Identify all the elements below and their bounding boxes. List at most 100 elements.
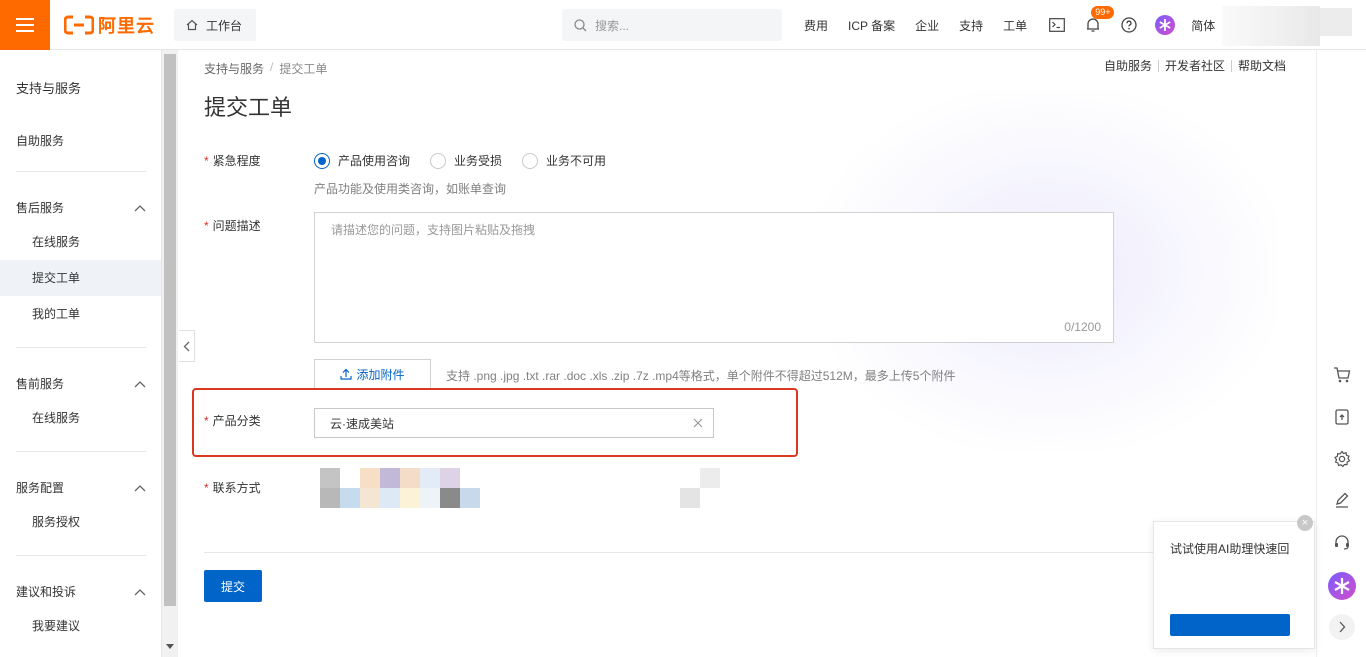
sidebar-group-service-config[interactable]: 服务配置 xyxy=(16,479,146,496)
hamburger-menu-icon[interactable] xyxy=(0,0,50,50)
link-developer-community[interactable]: 开发者社区 xyxy=(1157,60,1231,72)
sidebar-item-suggestion[interactable]: 我要建议 xyxy=(0,608,161,644)
char-counter: 0/1200 xyxy=(1064,320,1101,334)
nav-link-fees[interactable]: 费用 xyxy=(804,17,828,34)
urgency-hint: 产品功能及使用类咨询，如账单查询 xyxy=(314,182,507,196)
nav-link-enterprise[interactable]: 企业 xyxy=(915,17,939,34)
sidebar-title: 支持与服务 xyxy=(16,81,82,96)
description-label-text: 问题描述 xyxy=(212,219,261,233)
top-bar: 阿里云 工作台 搜索... 费用 ICP 备案 企业 支持 工单 99+ 简体 xyxy=(0,0,1366,50)
sidebar-item-submit-ticket[interactable]: 提交工单 xyxy=(0,260,161,296)
scroll-down-arrow-icon[interactable] xyxy=(166,644,174,650)
nav-link-icp[interactable]: ICP 备案 xyxy=(848,17,895,34)
bell-icon[interactable]: 99+ xyxy=(1083,6,1115,35)
radio-unchecked-icon xyxy=(430,152,447,169)
help-icon[interactable] xyxy=(1119,15,1139,35)
radio-label: 产品使用咨询 xyxy=(338,154,411,168)
page-title: 提交工单 xyxy=(204,95,293,120)
radio-business-impaired[interactable]: 业务受损 xyxy=(430,152,502,169)
terminal-icon[interactable] xyxy=(1047,15,1067,35)
required-mark: * xyxy=(204,154,209,168)
chevron-left-icon xyxy=(183,341,190,351)
link-help-docs[interactable]: 帮助文档 xyxy=(1230,60,1292,72)
description-placeholder: 请描述您的问题，支持图片粘贴及拖拽 xyxy=(331,223,536,237)
sidebar-scrollbar[interactable] xyxy=(162,50,178,657)
sidebar-divider xyxy=(16,171,146,172)
workbench-button[interactable]: 工作台 xyxy=(174,9,256,41)
main-content: 支持与服务 / 提交工单 自助服务 开发者社区 帮助文档 提交工单 * 紧急程度 … xyxy=(178,50,1316,657)
product-category-label-text: 产品分类 xyxy=(212,414,261,428)
chevron-up-icon xyxy=(134,380,146,387)
breadcrumb-current: 提交工单 xyxy=(279,62,328,76)
required-mark: * xyxy=(204,219,209,233)
workbench-label: 工作台 xyxy=(206,18,243,33)
sidebar: 支持与服务 自助服务 售后服务 在线服务 提交工单 我的工单 售前服务 在线服务… xyxy=(0,50,162,657)
logo-text: 阿里云 xyxy=(98,16,155,36)
ai-popup-button[interactable] xyxy=(1170,614,1290,636)
add-attachment-button[interactable]: 添加附件 xyxy=(314,359,431,389)
collapse-sidebar-button[interactable] xyxy=(179,330,195,362)
close-icon[interactable]: × xyxy=(1297,515,1313,531)
breadcrumb-parent[interactable]: 支持与服务 xyxy=(204,60,264,77)
chevron-up-icon xyxy=(134,588,146,595)
nav-link-tickets[interactable]: 工单 xyxy=(1003,17,1027,34)
submit-button[interactable]: 提交 xyxy=(204,570,262,602)
expand-toolbar-button[interactable] xyxy=(1329,614,1355,640)
attachment-hint: 支持 .png .jpg .txt .rar .doc .xls .zip .7… xyxy=(446,369,956,383)
radio-product-consult[interactable]: 产品使用咨询 xyxy=(314,152,410,169)
clear-icon[interactable] xyxy=(693,418,703,428)
sidebar-group-after-sales[interactable]: 售后服务 xyxy=(16,199,146,216)
contact-label-text: 联系方式 xyxy=(212,481,261,495)
top-right-links: 自助服务 开发者社区 帮助文档 xyxy=(1098,60,1292,72)
aliyun-logo-icon xyxy=(64,15,94,35)
radio-checked-icon xyxy=(314,152,330,169)
required-mark: * xyxy=(204,414,209,428)
ai-popup-body xyxy=(1154,556,1294,616)
sidebar-item-my-tickets[interactable]: 我的工单 xyxy=(0,296,161,332)
sidebar-group-label: 服务配置 xyxy=(16,481,65,495)
home-icon xyxy=(186,19,198,31)
form-divider xyxy=(204,552,1294,553)
upload-icon xyxy=(340,368,353,380)
nav-link-support[interactable]: 支持 xyxy=(959,17,983,34)
language-switch[interactable]: 简体 xyxy=(1191,17,1215,34)
sidebar-item-online-service[interactable]: 在线服务 xyxy=(0,224,161,260)
sidebar-item-service-auth[interactable]: 服务授权 xyxy=(0,504,161,540)
chevron-up-icon xyxy=(134,204,146,211)
aliyun-logo[interactable]: 阿里云 xyxy=(64,14,155,36)
edit-icon[interactable] xyxy=(1330,488,1354,512)
urgency-label-text: 紧急程度 xyxy=(212,154,261,168)
product-category-value: 云·速成美站 xyxy=(330,416,394,431)
right-toolbar xyxy=(1316,50,1366,657)
gear-icon[interactable] xyxy=(1330,447,1354,471)
sidebar-group-pre-sales[interactable]: 售前服务 xyxy=(16,375,146,392)
radio-unchecked-icon xyxy=(522,152,539,169)
user-avatar-pixel xyxy=(1320,8,1352,36)
link-self-service[interactable]: 自助服务 xyxy=(1098,60,1158,72)
sidebar-divider xyxy=(16,451,146,452)
notification-badge: 99+ xyxy=(1091,6,1115,19)
user-avatar[interactable] xyxy=(1222,6,1320,46)
contact-info-redacted xyxy=(320,468,720,508)
radio-label: 业务受损 xyxy=(454,154,503,168)
scrollbar-thumb[interactable] xyxy=(164,54,176,606)
description-textarea[interactable]: 请描述您的问题，支持图片粘贴及拖拽 0/1200 xyxy=(314,212,1114,343)
ai-assistant-icon[interactable] xyxy=(1155,15,1176,35)
sidebar-item-presales-online[interactable]: 在线服务 xyxy=(0,400,161,436)
sidebar-item-self-service[interactable]: 自助服务 xyxy=(16,132,64,149)
document-icon[interactable] xyxy=(1330,405,1354,429)
search-input[interactable]: 搜索... xyxy=(562,9,782,41)
urgency-label: * 紧急程度 xyxy=(204,152,261,169)
top-nav: 费用 ICP 备案 企业 支持 工单 99+ 简体 xyxy=(804,0,1215,50)
headset-icon[interactable] xyxy=(1330,530,1354,554)
sidebar-group-label: 建议和投诉 xyxy=(16,585,77,599)
radio-business-unavailable[interactable]: 业务不可用 xyxy=(522,152,606,169)
ai-assistant-icon[interactable] xyxy=(1327,571,1357,601)
product-category-select[interactable]: 云·速成美站 xyxy=(314,408,714,438)
required-mark: * xyxy=(204,481,209,495)
search-icon xyxy=(574,18,587,31)
cart-icon[interactable] xyxy=(1330,363,1354,387)
sidebar-group-feedback[interactable]: 建议和投诉 xyxy=(16,583,146,600)
sidebar-divider xyxy=(16,555,146,556)
chevron-right-icon xyxy=(1339,621,1346,633)
